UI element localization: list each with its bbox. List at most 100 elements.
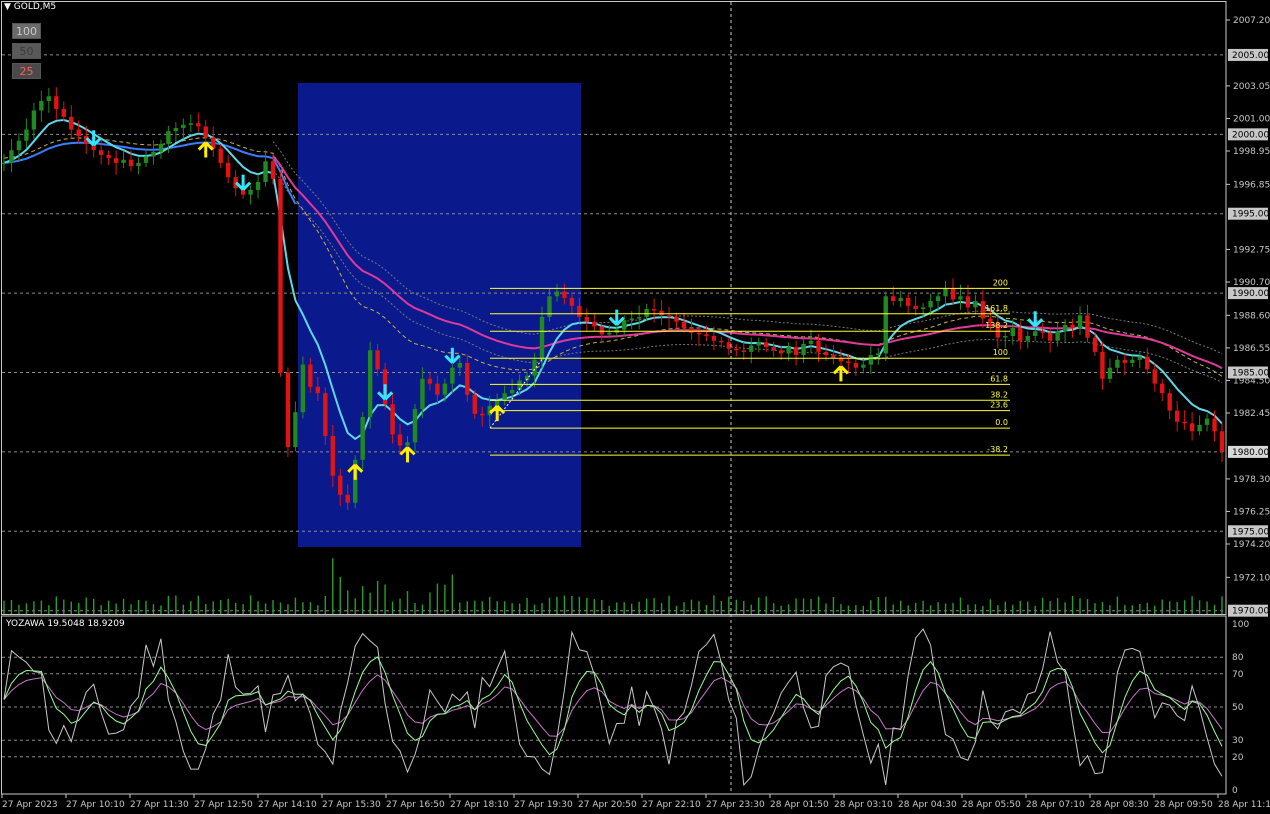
time-tick-label: 27 Apr 16:50 — [386, 800, 445, 810]
price-tick-label: 1996.85 — [1233, 180, 1270, 190]
time-tick-label: 27 Apr 15:30 — [322, 800, 381, 810]
candle-body — [397, 434, 403, 446]
price-tick-label: 1976.25 — [1233, 507, 1270, 517]
candle-body — [1197, 424, 1202, 432]
candle-body — [1137, 356, 1143, 360]
candle-body — [659, 310, 664, 316]
time-tick-label: 28 Apr 01:50 — [770, 800, 829, 810]
time-tick-label: 27 Apr 14:10 — [258, 800, 317, 810]
time-tick-label: 27 Apr 11:30 — [130, 800, 189, 810]
candle-body — [31, 110, 37, 130]
candle-body — [427, 378, 433, 384]
fib-level-label: 200 — [993, 278, 1008, 287]
candle-body — [338, 475, 343, 495]
candle-body — [622, 320, 627, 330]
fib-level-label: 138.2 — [985, 321, 1008, 330]
time-tick-label: 27 Apr 12:50 — [194, 800, 253, 810]
price-tick-label: 1982.45 — [1233, 409, 1270, 419]
price-level-badge-label: 1970.00 — [1232, 607, 1269, 617]
chart-canvas[interactable]: 200161.8138.210061.838.223.60.0-38.2 200… — [0, 0, 1270, 814]
oscillator-value-main: 19.5048 — [47, 619, 85, 629]
candle-body — [928, 301, 933, 308]
candle-body — [1130, 359, 1135, 363]
chart-menu-triangle-icon[interactable]: ▼ — [4, 2, 11, 12]
level-button-25[interactable]: 25 — [12, 63, 41, 79]
candle-body — [943, 288, 948, 297]
candle-body — [9, 150, 14, 163]
candle-body — [1189, 423, 1195, 432]
candle-body — [913, 305, 918, 309]
osc-tick-label: 0 — [1232, 786, 1238, 796]
price-level-badge-label: 2005.00 — [1232, 51, 1269, 61]
candle-body — [734, 348, 739, 351]
candle-body — [681, 321, 687, 329]
level-button-50[interactable]: 50 — [12, 43, 41, 59]
fib-level-label: 161.8 — [985, 304, 1008, 313]
price-level-badge-label: 1990.00 — [1232, 289, 1269, 299]
candle-body — [1003, 335, 1008, 338]
fib-level-label: 100 — [993, 348, 1008, 357]
candle-body — [420, 378, 425, 410]
price-tick-label: 1972.10 — [1233, 573, 1270, 583]
oscillator-title: YOZAWA 19.5048 18.9209 — [6, 619, 125, 629]
candle-body — [151, 151, 156, 157]
candle-body — [891, 296, 896, 302]
candle-body — [823, 351, 829, 356]
candle-body — [1107, 367, 1113, 379]
candle-body — [592, 321, 597, 327]
candle-body — [1010, 328, 1015, 336]
candle-body — [763, 342, 769, 348]
candle-body — [69, 116, 74, 130]
candle-body — [711, 335, 717, 341]
price-tick-label: 2003.05 — [1233, 82, 1270, 92]
time-tick-label: 27 Apr 18:10 — [450, 800, 509, 810]
price-tick-label: 1992.75 — [1233, 245, 1270, 255]
candle-body — [644, 308, 649, 317]
candle-body — [435, 383, 440, 395]
candle-body — [1047, 332, 1053, 341]
time-tick-label: 28 Apr 05:50 — [962, 800, 1021, 810]
candle-body — [16, 140, 22, 151]
candle-body — [390, 404, 395, 435]
candle-body — [158, 143, 164, 152]
candle-body — [480, 413, 485, 416]
candle-body — [898, 297, 903, 302]
candle-body — [771, 347, 776, 351]
candle-body — [1122, 359, 1128, 363]
candle-body — [883, 296, 888, 354]
fib-level-label: 23.6 — [990, 401, 1008, 410]
candle-body — [704, 334, 709, 336]
candle-body — [113, 158, 119, 163]
candle-body — [450, 367, 455, 384]
candle-body — [666, 315, 672, 317]
candle-body — [270, 161, 276, 179]
candle-body — [457, 362, 463, 368]
candle-body — [24, 129, 29, 141]
price-tick-label: 1998.95 — [1233, 147, 1270, 157]
time-tick-label: 27 Apr 19:30 — [514, 800, 573, 810]
candle-body — [584, 316, 590, 322]
candle-body — [674, 316, 679, 322]
time-tick-label: 28 Apr 07:10 — [1026, 800, 1085, 810]
candle-body — [1145, 356, 1150, 370]
candle-body — [1025, 335, 1030, 341]
candle-body — [1204, 418, 1210, 425]
price-tick-label: 1988.60 — [1233, 311, 1270, 321]
candle-body — [367, 350, 373, 417]
candle-body — [248, 189, 253, 195]
candle-body — [756, 342, 761, 346]
candle-body — [255, 181, 261, 190]
time-tick-label: 28 Apr 11:10 — [1218, 800, 1270, 810]
candle-body — [98, 150, 104, 155]
time-tick-label: 27 Apr 20:50 — [578, 800, 637, 810]
candle-body — [778, 350, 784, 354]
candle-body — [846, 361, 851, 363]
candle-body — [816, 340, 821, 352]
candle-body — [905, 297, 911, 306]
candle-body — [958, 296, 963, 300]
candle-body — [330, 436, 335, 476]
level-button-100[interactable]: 100 — [12, 23, 41, 39]
price-level-badge-label: 2000.00 — [1232, 130, 1269, 140]
candle-body — [920, 307, 926, 309]
candle-body — [509, 389, 515, 394]
